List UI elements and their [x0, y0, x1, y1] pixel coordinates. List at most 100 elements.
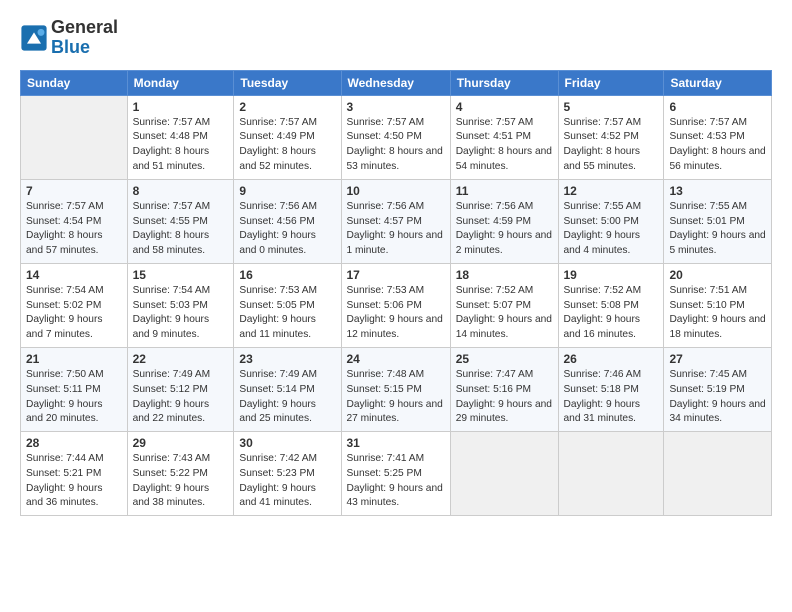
day-number: 26 — [564, 352, 659, 366]
day-info: Sunrise: 7:56 AMSunset: 4:56 PMDaylight:… — [239, 200, 335, 259]
col-header-tuesday: Tuesday — [234, 70, 341, 95]
day-info: Sunrise: 7:45 AMSunset: 5:19 PMDaylight:… — [669, 368, 766, 427]
calendar-cell: 8Sunrise: 7:57 AMSunset: 4:55 PMDaylight… — [127, 179, 234, 263]
day-number: 17 — [347, 268, 445, 282]
day-number: 16 — [239, 268, 335, 282]
day-number: 28 — [26, 436, 122, 450]
calendar-cell: 3 Sunrise: 7:57 AMSunset: 4:50 PMDaylight… — [341, 95, 450, 179]
day-number: 23 — [239, 352, 335, 366]
calendar-cell — [558, 432, 664, 516]
calendar-week-3: 21 Sunrise: 7:50 AMSunset: 5:11 PMDayligh… — [21, 347, 772, 431]
day-number: 4 — [456, 100, 553, 114]
logo: General Blue — [20, 18, 118, 58]
logo-icon — [20, 24, 48, 52]
day-info: Sunrise: 7:57 AMSunset: 4:53 PMDaylight:… — [669, 116, 766, 175]
day-number: 9 — [239, 184, 335, 198]
day-info: Sunrise: 7:48 AMSunset: 5:15 PMDaylight:… — [347, 368, 445, 427]
calendar-week-2: 14 Sunrise: 7:54 AMSunset: 5:02 PMDayligh… — [21, 263, 772, 347]
day-info: Sunrise: 7:57 AMSunset: 4:52 PMDaylight:… — [564, 116, 659, 175]
day-info: Sunrise: 7:57 AMSunset: 4:50 PMDaylight:… — [347, 116, 445, 175]
calendar-table: SundayMondayTuesdayWednesdayThursdayFrid… — [20, 70, 772, 517]
calendar-cell — [21, 95, 128, 179]
calendar-cell: 24 Sunrise: 7:48 AMSunset: 5:15 PMDayligh… — [341, 347, 450, 431]
header-row: SundayMondayTuesdayWednesdayThursdayFrid… — [21, 70, 772, 95]
day-info: Sunrise: 7:42 AMSunset: 5:23 PMDaylight:… — [239, 452, 335, 511]
day-number: 15 — [133, 268, 229, 282]
calendar-cell: 23 Sunrise: 7:49 AMSunset: 5:14 PMDayligh… — [234, 347, 341, 431]
calendar-cell: 12 Sunrise: 7:55 AMSunset: 5:00 PMDayligh… — [558, 179, 664, 263]
calendar-header: SundayMondayTuesdayWednesdayThursdayFrid… — [21, 70, 772, 95]
calendar-cell: 16 Sunrise: 7:53 AMSunset: 5:05 PMDayligh… — [234, 263, 341, 347]
calendar-cell: 26 Sunrise: 7:46 AMSunset: 5:18 PMDayligh… — [558, 347, 664, 431]
day-info: Sunrise: 7:53 AMSunset: 5:06 PMDaylight:… — [347, 284, 445, 343]
calendar-cell: 31 Sunrise: 7:41 AMSunset: 5:25 PMDayligh… — [341, 432, 450, 516]
calendar-cell: 25Sunrise: 7:47 AMSunset: 5:16 PMDayligh… — [450, 347, 558, 431]
day-number: 3 — [347, 100, 445, 114]
day-info: Sunrise: 7:57 AMSunset: 4:51 PMDaylight:… — [456, 116, 553, 175]
day-info: Sunrise: 7:52 AMSunset: 5:08 PMDaylight:… — [564, 284, 659, 343]
day-info: Sunrise: 7:55 AMSunset: 5:01 PMDaylight:… — [669, 200, 766, 259]
calendar-cell: 20 Sunrise: 7:51 AMSunset: 5:10 PMDayligh… — [664, 263, 772, 347]
calendar-cell: 15Sunrise: 7:54 AMSunset: 5:03 PMDayligh… — [127, 263, 234, 347]
calendar-cell: 27 Sunrise: 7:45 AMSunset: 5:19 PMDayligh… — [664, 347, 772, 431]
day-info: Sunrise: 7:55 AMSunset: 5:00 PMDaylight:… — [564, 200, 659, 259]
calendar-week-0: 1Sunrise: 7:57 AMSunset: 4:48 PMDaylight… — [21, 95, 772, 179]
calendar-cell: 6 Sunrise: 7:57 AMSunset: 4:53 PMDaylight… — [664, 95, 772, 179]
calendar-cell: 18Sunrise: 7:52 AMSunset: 5:07 PMDayligh… — [450, 263, 558, 347]
calendar-cell: 28Sunrise: 7:44 AMSunset: 5:21 PMDayligh… — [21, 432, 128, 516]
day-info: Sunrise: 7:41 AMSunset: 5:25 PMDaylight:… — [347, 452, 445, 511]
calendar-week-4: 28Sunrise: 7:44 AMSunset: 5:21 PMDayligh… — [21, 432, 772, 516]
day-number: 7 — [26, 184, 122, 198]
day-number: 12 — [564, 184, 659, 198]
day-number: 5 — [564, 100, 659, 114]
calendar-cell: 17 Sunrise: 7:53 AMSunset: 5:06 PMDayligh… — [341, 263, 450, 347]
calendar-cell: 21 Sunrise: 7:50 AMSunset: 5:11 PMDayligh… — [21, 347, 128, 431]
day-number: 30 — [239, 436, 335, 450]
day-number: 18 — [456, 268, 553, 282]
day-number: 19 — [564, 268, 659, 282]
calendar-cell: 19 Sunrise: 7:52 AMSunset: 5:08 PMDayligh… — [558, 263, 664, 347]
day-number: 13 — [669, 184, 766, 198]
day-number: 27 — [669, 352, 766, 366]
col-header-thursday: Thursday — [450, 70, 558, 95]
day-number: 29 — [133, 436, 229, 450]
col-header-sunday: Sunday — [21, 70, 128, 95]
calendar-cell: 22Sunrise: 7:49 AMSunset: 5:12 PMDayligh… — [127, 347, 234, 431]
page: General Blue SundayMondayTuesdayWednesda… — [0, 0, 792, 612]
day-info: Sunrise: 7:53 AMSunset: 5:05 PMDaylight:… — [239, 284, 335, 343]
day-number: 20 — [669, 268, 766, 282]
logo-blue: Blue — [51, 37, 90, 57]
logo-text: General Blue — [51, 18, 118, 58]
calendar-cell — [664, 432, 772, 516]
calendar-cell: 11Sunrise: 7:56 AMSunset: 4:59 PMDayligh… — [450, 179, 558, 263]
day-info: Sunrise: 7:49 AMSunset: 5:14 PMDaylight:… — [239, 368, 335, 427]
day-info: Sunrise: 7:54 AMSunset: 5:02 PMDaylight:… — [26, 284, 122, 343]
day-number: 31 — [347, 436, 445, 450]
day-info: Sunrise: 7:47 AMSunset: 5:16 PMDaylight:… — [456, 368, 553, 427]
col-header-saturday: Saturday — [664, 70, 772, 95]
day-number: 14 — [26, 268, 122, 282]
calendar-week-1: 7Sunrise: 7:57 AMSunset: 4:54 PMDaylight… — [21, 179, 772, 263]
day-number: 22 — [133, 352, 229, 366]
day-info: Sunrise: 7:57 AMSunset: 4:49 PMDaylight:… — [239, 116, 335, 175]
day-info: Sunrise: 7:57 AMSunset: 4:48 PMDaylight:… — [133, 116, 229, 175]
calendar-body: 1Sunrise: 7:57 AMSunset: 4:48 PMDaylight… — [21, 95, 772, 516]
calendar-cell: 4 Sunrise: 7:57 AMSunset: 4:51 PMDaylight… — [450, 95, 558, 179]
day-info: Sunrise: 7:51 AMSunset: 5:10 PMDaylight:… — [669, 284, 766, 343]
calendar-cell: 10Sunrise: 7:56 AMSunset: 4:57 PMDayligh… — [341, 179, 450, 263]
calendar-cell: 2Sunrise: 7:57 AMSunset: 4:49 PMDaylight… — [234, 95, 341, 179]
day-info: Sunrise: 7:50 AMSunset: 5:11 PMDaylight:… — [26, 368, 122, 427]
col-header-monday: Monday — [127, 70, 234, 95]
day-number: 21 — [26, 352, 122, 366]
day-number: 11 — [456, 184, 553, 198]
day-number: 10 — [347, 184, 445, 198]
day-number: 24 — [347, 352, 445, 366]
day-info: Sunrise: 7:57 AMSunset: 4:55 PMDaylight:… — [133, 200, 229, 259]
calendar-cell: 14 Sunrise: 7:54 AMSunset: 5:02 PMDayligh… — [21, 263, 128, 347]
day-info: Sunrise: 7:43 AMSunset: 5:22 PMDaylight:… — [133, 452, 229, 511]
header: General Blue — [20, 18, 772, 58]
day-info: Sunrise: 7:46 AMSunset: 5:18 PMDaylight:… — [564, 368, 659, 427]
col-header-friday: Friday — [558, 70, 664, 95]
day-number: 6 — [669, 100, 766, 114]
calendar-cell: 29 Sunrise: 7:43 AMSunset: 5:22 PMDayligh… — [127, 432, 234, 516]
